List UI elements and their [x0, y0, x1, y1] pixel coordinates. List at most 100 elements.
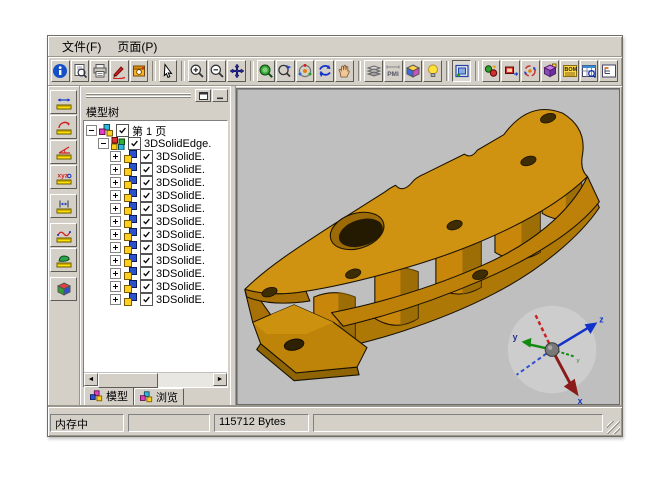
tree-item-part[interactable]: 3DSolidE.	[86, 280, 227, 293]
table-search-button[interactable]	[580, 60, 599, 82]
tree-item-part[interactable]: 3DSolidE.	[86, 202, 227, 215]
assembly-cube-button[interactable]	[541, 60, 560, 82]
measure-curve-button[interactable]	[50, 223, 77, 247]
printer-icon	[92, 63, 108, 79]
measure-gap-button[interactable]	[50, 194, 77, 218]
measure-distance-button[interactable]	[50, 90, 77, 114]
model-tree-list-button[interactable]	[599, 60, 618, 82]
info-button[interactable]	[51, 60, 70, 82]
rotate-view-button[interactable]	[315, 60, 334, 82]
tree-item-part[interactable]: 3DSolidE.	[86, 267, 227, 280]
checkbox-checked[interactable]	[140, 228, 153, 241]
checkbox-checked[interactable]	[140, 215, 153, 228]
expand-icon[interactable]	[110, 294, 121, 305]
expand-icon[interactable]	[110, 229, 121, 240]
checkbox-checked[interactable]	[140, 280, 153, 293]
tree-item-part[interactable]: 3DSolidE.	[86, 293, 227, 306]
menu-file[interactable]: 文件(F)	[54, 37, 109, 56]
scroll-left-button[interactable]: ◄	[84, 373, 98, 386]
rotate-assembly-button[interactable]	[521, 60, 540, 82]
view-cube-button[interactable]	[404, 60, 423, 82]
tree-item-part[interactable]: 3DSolidE.	[86, 189, 227, 202]
tree-item-part[interactable]: 3DSolidE.	[86, 215, 227, 228]
tree-item-part[interactable]: 3DSolidE.	[86, 150, 227, 163]
tree-item-part[interactable]: 3DSolidE.	[86, 228, 227, 241]
checkbox-checked[interactable]	[140, 176, 153, 189]
tree-item-part[interactable]: 3DSolidE.	[86, 176, 227, 189]
tree-item-assembly[interactable]: 3DSolidEdge.	[86, 137, 227, 150]
tree-item-part[interactable]: 3DSolidE.	[86, 241, 227, 254]
tree-item-label: 3DSolidE.	[156, 164, 205, 176]
tree-item-part[interactable]: 3DSolidE.	[86, 254, 227, 267]
zoom-out-icon	[209, 63, 225, 79]
pmi-button[interactable]: PMI	[384, 60, 403, 82]
frame-view-button[interactable]	[452, 60, 471, 82]
expand-icon[interactable]	[110, 268, 121, 279]
expand-icon[interactable]	[110, 177, 121, 188]
expand-icon[interactable]	[110, 242, 121, 253]
resize-grip[interactable]	[607, 421, 620, 434]
scroll-right-button[interactable]: ►	[213, 373, 227, 386]
checkbox-checked[interactable]	[140, 267, 153, 280]
viewport-3d[interactable]: z x y y	[236, 88, 620, 405]
orbit-button[interactable]	[296, 60, 315, 82]
zoom-out-button[interactable]	[208, 60, 227, 82]
scroll-thumb[interactable]	[98, 373, 158, 388]
checkbox-checked[interactable]	[140, 189, 153, 202]
bom-button[interactable]: BOM	[560, 60, 579, 82]
pan-hand-button[interactable]	[335, 60, 354, 82]
checkbox-checked[interactable]	[140, 150, 153, 163]
menu-page[interactable]: 页面(P)	[109, 37, 165, 56]
expand-icon[interactable]	[110, 281, 121, 292]
collapse-icon[interactable]	[98, 138, 109, 149]
zoom-select-icon	[277, 63, 293, 79]
expand-icon[interactable]	[110, 255, 121, 266]
expand-icon[interactable]	[110, 190, 121, 201]
select-button[interactable]	[159, 60, 178, 82]
checkbox-checked[interactable]	[140, 241, 153, 254]
expand-icon[interactable]	[110, 151, 121, 162]
info-icon	[52, 63, 68, 79]
tab-browse[interactable]: 浏览	[134, 388, 184, 407]
markup-button[interactable]	[110, 60, 129, 82]
move-part-button[interactable]	[501, 60, 520, 82]
zoom-select-button[interactable]	[276, 60, 295, 82]
zoom-in-button[interactable]	[188, 60, 207, 82]
expand-icon[interactable]	[110, 164, 121, 175]
part-tools-button[interactable]	[482, 60, 501, 82]
part-cube-icon	[123, 280, 138, 293]
expand-icon[interactable]	[110, 216, 121, 227]
panel-float-button[interactable]	[195, 89, 211, 102]
panel-gripper[interactable]	[86, 93, 191, 99]
checkbox-checked[interactable]	[116, 124, 129, 137]
expand-icon[interactable]	[110, 203, 121, 214]
collapse-icon[interactable]	[86, 125, 97, 136]
measure-volume-icon	[56, 281, 72, 297]
checkbox-checked[interactable]	[140, 202, 153, 215]
print-preview-button[interactable]	[71, 60, 90, 82]
print-button[interactable]	[90, 60, 109, 82]
measure-radius-button[interactable]	[50, 115, 77, 139]
measure-coordinate-button[interactable]: xyz	[50, 165, 77, 189]
checkbox-checked[interactable]	[140, 254, 153, 267]
tree-item-part[interactable]: 3DSolidE.	[86, 163, 227, 176]
tree-item-page[interactable]: 第 1 页	[86, 124, 227, 137]
scroll-track[interactable]	[98, 373, 213, 387]
part-cube-icon	[123, 293, 138, 306]
lighting-button[interactable]	[423, 60, 442, 82]
main-toolbar: PMI BOM	[48, 57, 622, 86]
checkbox-checked[interactable]	[140, 163, 153, 176]
measure-volume-button[interactable]	[50, 277, 77, 301]
orientation-gizmo[interactable]: z x y y	[508, 306, 605, 404]
measure-area-button[interactable]	[50, 248, 77, 272]
checkbox-checked[interactable]	[128, 137, 141, 150]
layers-button[interactable]	[364, 60, 383, 82]
measure-angle-button[interactable]	[50, 140, 77, 164]
zoom-window-button[interactable]	[257, 60, 276, 82]
pan-button[interactable]	[227, 60, 246, 82]
tab-model[interactable]: 模型	[84, 386, 134, 407]
layers-icon	[366, 63, 382, 79]
checkbox-checked[interactable]	[140, 293, 153, 306]
snapshot-button[interactable]	[130, 60, 149, 82]
panel-close-button[interactable]	[212, 89, 228, 102]
